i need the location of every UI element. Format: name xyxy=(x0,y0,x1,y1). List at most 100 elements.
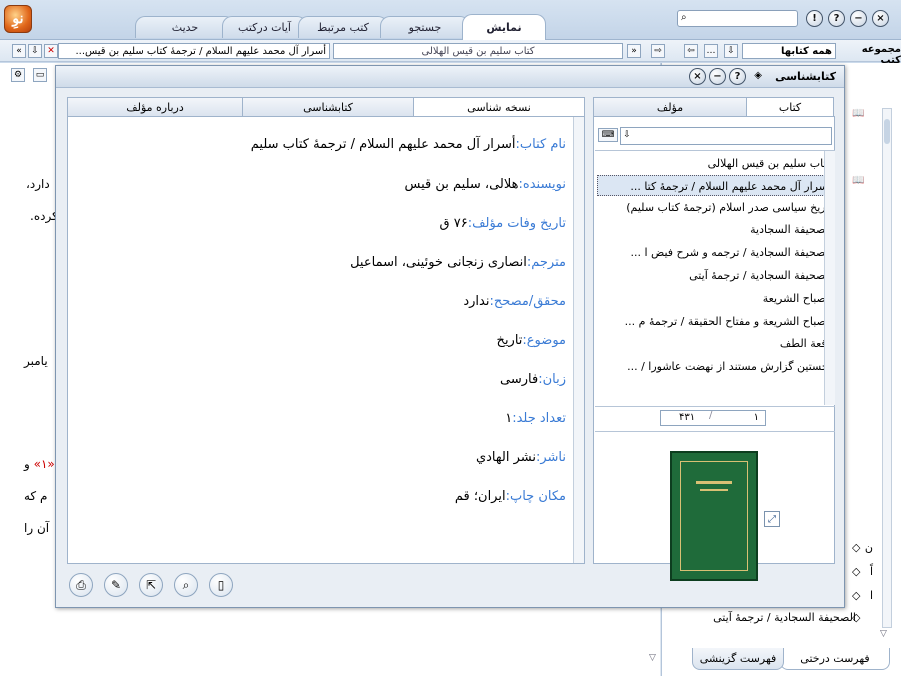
details-scrollbar[interactable] xyxy=(573,117,584,563)
dialog-title-bar: کتابشناسی ◈ ? − × xyxy=(56,66,844,88)
pager-current[interactable]: ۱ xyxy=(754,412,759,423)
reader-text: و xyxy=(24,457,30,471)
book-list: کتاب سلیم بن قیس الهلالی أسرار آل محمد ع… xyxy=(595,150,835,405)
scroll-thumb[interactable] xyxy=(884,119,890,144)
tab-book[interactable]: کتاب xyxy=(746,97,834,117)
detail-translator: مترجم:انصاری زنجانی خوئینی، اسماعیل xyxy=(350,255,566,270)
reader-text: یامبر xyxy=(24,354,48,368)
tab-copy-info[interactable]: نسخه شناسی xyxy=(413,97,585,117)
top-search-input[interactable]: ⌕ xyxy=(677,10,798,27)
reader-text: دارد، xyxy=(26,177,50,191)
cover-title-line xyxy=(700,489,728,491)
reader-text: کرده. xyxy=(30,209,58,223)
book-filter-input[interactable] xyxy=(620,127,832,145)
list-item[interactable]: الصحیفة السجادیة / ترجمه و شرح فیض ا ... xyxy=(597,242,835,263)
details-panel: نام کتاب:أسرار آل محمد علیهم السلام / تر… xyxy=(67,116,585,564)
book-list-scrollbar[interactable] xyxy=(824,151,835,405)
tab-about-author[interactable]: درباره مؤلف xyxy=(67,97,243,117)
minimize-icon[interactable]: − xyxy=(850,10,867,27)
tree-node-icon: ◇ xyxy=(852,589,861,602)
tab-verses-in-books[interactable]: آیات درکتب xyxy=(222,16,307,38)
tab-selective-index[interactable]: فهرست گزینشی xyxy=(692,648,784,670)
list-item[interactable]: مصباح الشریعة و مفتاح الحقیقة / ترجمهٔ م… xyxy=(597,311,835,332)
list-item[interactable]: مصباح الشریعة xyxy=(597,288,835,309)
down-arrow-icon[interactable]: ⇩ xyxy=(28,44,42,58)
book-list-panel: ⌨ ⇩ کتاب سلیم بن قیس الهلالی أسرار آل مح… xyxy=(593,116,835,581)
scroll-down-icon[interactable]: ▽ xyxy=(880,629,887,639)
keyboard-icon[interactable]: ⌨ xyxy=(598,128,618,142)
tree-item[interactable]: ا xyxy=(870,589,873,602)
collection-select[interactable]: همه کتابها xyxy=(742,43,836,59)
address-bar: « ⇩ أسرار آل محمد علیهم السلام / ترجمهٔ … xyxy=(0,40,901,66)
double-right-icon[interactable]: » xyxy=(627,44,641,58)
cover-title-line xyxy=(696,481,732,484)
tab-author[interactable]: مؤلف xyxy=(593,97,747,117)
list-item[interactable]: وقعة الطف xyxy=(597,333,835,354)
tree-node-icon: ◇ xyxy=(852,541,861,554)
export-icon[interactable]: ⇱ xyxy=(139,573,163,597)
list-item[interactable]: الصحیفة السجادیة xyxy=(597,219,835,240)
reader-text: م که xyxy=(24,489,48,503)
book-title-field[interactable]: أسرار آل محمد علیهم السلام / ترجمهٔ کتاب… xyxy=(58,43,330,59)
dialog-window-icon: ◈ xyxy=(754,70,762,81)
list-item[interactable]: کتاب سلیم بن قیس الهلالی xyxy=(597,153,835,174)
tree-item[interactable]: الصحیفة السجادیة / ترجمهٔ آیتی xyxy=(713,611,856,624)
list-item[interactable]: نخستین گزارش مستند از نهضت عاشورا / ... xyxy=(597,356,835,377)
app-logo-icon[interactable]: نوِ xyxy=(4,5,32,33)
tab-bibliography[interactable]: کتابشناسی xyxy=(242,97,414,117)
reader-text: آن را xyxy=(24,521,50,535)
tree-item[interactable]: اً xyxy=(870,565,873,578)
page-icon[interactable]: ▯ xyxy=(209,573,233,597)
edit-icon[interactable]: ✎ xyxy=(104,573,128,597)
close-icon[interactable]: × xyxy=(872,10,889,27)
minimize-icon[interactable]: − xyxy=(709,68,726,85)
search-icon: ⌕ xyxy=(681,12,687,23)
detail-volumes: تعداد جلد:۱ xyxy=(505,411,566,426)
detail-book-name: نام کتاب:أسرار آل محمد علیهم السلام / تر… xyxy=(250,137,566,152)
close-small-icon[interactable]: ✕ xyxy=(44,44,58,58)
forward-arrow-icon[interactable]: ⇨ xyxy=(651,44,665,58)
pager[interactable]: ۱ / ۴۳۱ xyxy=(660,410,766,426)
footnote-marker[interactable]: «١» xyxy=(34,457,55,471)
down-arrow-icon[interactable]: ⇩ xyxy=(620,128,634,142)
list-item[interactable]: الصحیفة السجادیة / ترجمهٔ آیتی xyxy=(597,265,835,286)
print-icon[interactable]: ⎙ xyxy=(69,573,93,597)
tab-hadith[interactable]: حدیث xyxy=(135,16,235,38)
help-icon[interactable]: ? xyxy=(828,10,845,27)
back-arrow-icon[interactable]: ⇦ xyxy=(684,44,698,58)
tab-related-books[interactable]: کتب مرتبط xyxy=(298,16,388,38)
pager-total: ۴۳۱ xyxy=(679,412,696,423)
list-item-selected[interactable]: أسرار آل محمد علیهم السلام / ترجمهٔ کتا … xyxy=(597,175,835,196)
dialog-title: کتابشناسی xyxy=(775,70,836,83)
detail-language: زبان:فارسی xyxy=(500,372,566,387)
double-left-icon[interactable]: « xyxy=(12,44,26,58)
expand-icon[interactable]: ⤢ xyxy=(764,511,780,527)
tree-node-icon: ◇ xyxy=(852,565,861,578)
divider xyxy=(595,431,835,432)
tab-tree-index[interactable]: فهرست درختی xyxy=(780,648,890,670)
book-node-icon[interactable]: 📖 xyxy=(852,175,864,186)
book-node-icon[interactable]: 📖 xyxy=(852,108,864,119)
divider xyxy=(595,406,835,407)
detail-subject: موضوع:تاریخ xyxy=(496,333,566,348)
book-cover-image[interactable] xyxy=(670,451,758,581)
tree-scrollbar[interactable] xyxy=(882,108,892,628)
help-icon[interactable]: ? xyxy=(729,68,746,85)
zoom-icon[interactable]: ⌕ xyxy=(174,573,198,597)
book-name-field[interactable]: کتاب سلیم بن قیس الهلالی xyxy=(333,43,623,59)
detail-publisher: ناشر:نشر الهادي xyxy=(475,450,566,465)
detail-print-location: مکان چاپ:ایران؛ قم xyxy=(454,489,566,504)
reader-text: «١» و xyxy=(24,457,55,471)
close-icon[interactable]: × xyxy=(689,68,706,85)
scroll-down-icon[interactable]: ▽ xyxy=(649,653,656,663)
dropdown-icon[interactable]: ⇩ xyxy=(724,44,738,58)
bottom-tabs: فهرست درختی فهرست گزینشی xyxy=(692,648,901,676)
tab-display[interactable]: نمایش xyxy=(462,14,546,40)
more-icon[interactable]: … xyxy=(704,44,718,58)
tool-icon[interactable]: ⚙ xyxy=(11,68,25,82)
window-icon[interactable]: ▭ xyxy=(33,68,47,82)
tab-search[interactable]: جستجو xyxy=(380,16,470,38)
alert-icon[interactable]: ! xyxy=(806,10,823,27)
tree-item[interactable]: ن xyxy=(865,541,873,554)
list-item[interactable]: تاریخ سیاسی صدر اسلام (ترجمهٔ کتاب سلیم) xyxy=(597,197,835,218)
